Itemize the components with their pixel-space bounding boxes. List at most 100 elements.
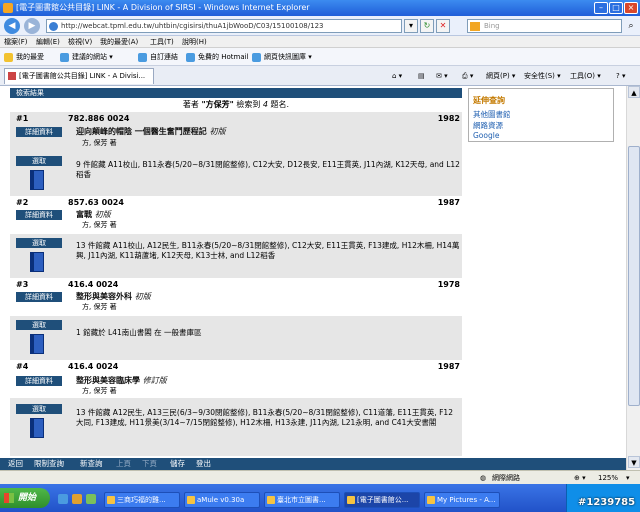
call-number: 416.4 0024 bbox=[68, 362, 119, 371]
detail-button[interactable]: 詳細資料 bbox=[16, 292, 62, 302]
maximize-button[interactable]: □ bbox=[609, 2, 623, 14]
book-icon bbox=[30, 170, 44, 190]
address-bar: ◀ ▶ http://webcat.tpml.edu.tw/uhtbin/cgi… bbox=[0, 16, 640, 36]
edition: 修訂版 bbox=[142, 376, 167, 385]
nav-save[interactable]: 儲存 bbox=[170, 459, 185, 469]
record-band bbox=[10, 316, 462, 360]
record-title[interactable]: 迎向顛峰的帽陰 一個醫生奮鬥歷程記 初版 bbox=[76, 126, 226, 137]
dropdown-icon[interactable]: ▾ bbox=[404, 19, 418, 33]
search-input[interactable]: Bing bbox=[467, 19, 622, 33]
forward-button[interactable]: ▶ bbox=[24, 18, 40, 34]
menu-view[interactable]: 檢視(V) bbox=[68, 37, 92, 47]
ie-icon bbox=[186, 53, 195, 62]
record-author: 方, 保芳 著 bbox=[82, 221, 117, 229]
tab-catalog[interactable]: [電子圖書館公共目錄] LINK - A Divisi... bbox=[4, 68, 154, 84]
task-button-active[interactable]: [電子圖書館公... bbox=[344, 492, 420, 508]
record-title[interactable]: 富戰 初版 bbox=[76, 209, 111, 220]
vertical-scrollbar[interactable]: ▲ ▼ bbox=[626, 86, 640, 470]
menu-help[interactable]: 說明(H) bbox=[182, 37, 207, 47]
fav-custom-links[interactable]: 自訂連結 bbox=[138, 50, 178, 64]
close-window-button[interactable]: × bbox=[624, 2, 638, 14]
home-icon[interactable]: ⌂ ▾ bbox=[392, 70, 402, 82]
task-button[interactable]: 臺北市立圖書... bbox=[264, 492, 340, 508]
fav-web-slice-gallery[interactable]: 網頁快訊圖庫 ▾ bbox=[252, 50, 312, 64]
status-bar: ◍ 網際網路 ⊕ ▾ 125% ▾ bbox=[0, 470, 640, 484]
detail-button[interactable]: 詳細資料 bbox=[16, 376, 62, 386]
menu-edit[interactable]: 編輯(E) bbox=[36, 37, 60, 47]
menu-favorites[interactable]: 我的最愛(A) bbox=[100, 37, 138, 47]
summary-text: 著者 bbox=[182, 100, 202, 109]
stop-icon[interactable]: ✕ bbox=[436, 19, 450, 33]
task-button[interactable]: 三商巧福的雞... bbox=[104, 492, 180, 508]
nav-new-search[interactable]: 新查詢 bbox=[80, 459, 103, 469]
quicklaunch-media-icon[interactable] bbox=[86, 494, 96, 504]
watermark-text: #1239785 bbox=[578, 497, 636, 508]
scroll-up-icon[interactable]: ▲ bbox=[628, 86, 640, 98]
summary-text: 檢索到 bbox=[233, 100, 263, 109]
url-input[interactable]: http://webcat.tpml.edu.tw/uhtbin/cgisirs… bbox=[46, 19, 402, 33]
detail-button[interactable]: 詳細資料 bbox=[16, 127, 62, 137]
result-record: #2 857.63 0024 1987 詳細資料 富戰 初版 方, 保芳 著 選… bbox=[10, 196, 462, 278]
holdings: 1 館藏於 L41南山書閣 在 一般書庫區 bbox=[76, 328, 202, 337]
help-icon[interactable]: ? ▾ bbox=[616, 70, 625, 82]
mail-icon[interactable]: ✉ ▾ bbox=[436, 70, 448, 82]
edition: 初版 bbox=[134, 292, 151, 301]
menu-tools[interactable]: 工具(T) bbox=[150, 37, 174, 47]
detail-button[interactable]: 詳細資料 bbox=[16, 210, 62, 220]
holdings: 9 件館藏 A11校山, B11永春(5/20~8/31閉館整修), C12大安… bbox=[76, 160, 460, 179]
fav-label: 網頁快訊圖庫 ▾ bbox=[264, 53, 312, 61]
zoom-level[interactable]: 125% bbox=[598, 473, 618, 483]
ie-icon bbox=[252, 53, 261, 62]
ie-icon bbox=[138, 53, 147, 62]
select-button[interactable]: 選取 bbox=[16, 320, 62, 330]
print-icon[interactable]: ⎙ ▾ bbox=[462, 70, 473, 82]
feeds-icon[interactable]: ▤ bbox=[418, 70, 425, 82]
fav-suggested-sites[interactable]: 建議的網站 ▾ bbox=[60, 50, 113, 64]
search-placeholder: Bing bbox=[484, 22, 500, 30]
quicklaunch-ie-icon[interactable] bbox=[58, 494, 68, 504]
star-icon bbox=[4, 53, 13, 62]
record-number: #2 bbox=[16, 198, 29, 207]
select-button[interactable]: 選取 bbox=[16, 156, 62, 166]
task-label: 臺北市立圖書... bbox=[277, 496, 326, 504]
menu-file[interactable]: 檔案(F) bbox=[4, 37, 28, 47]
record-title[interactable]: 整形與美容臨床學 修訂版 bbox=[76, 375, 167, 386]
scroll-thumb[interactable] bbox=[628, 146, 640, 406]
result-record: #4 416.4 0024 1987 詳細資料 整形與美容臨床學 修訂版 方, … bbox=[10, 360, 462, 456]
link-web-resources[interactable]: 網路資源 bbox=[473, 120, 503, 131]
record-title[interactable]: 整形與美容外科 初版 bbox=[76, 291, 151, 302]
extended-search-panel: 延伸查詢 其他圖書館 網路資源 Google bbox=[468, 88, 614, 142]
pub-year: 1982 bbox=[437, 114, 460, 123]
select-button[interactable]: 選取 bbox=[16, 238, 62, 248]
link-other-libraries[interactable]: 其他圖書館 bbox=[473, 109, 511, 120]
window-icon bbox=[187, 496, 195, 504]
window-title: [電子圖書館公共目錄] LINK - A Division of SIRSI -… bbox=[16, 3, 310, 12]
quicklaunch-folder-icon[interactable] bbox=[72, 494, 82, 504]
cmd-safety[interactable]: 安全性(S) ▾ bbox=[524, 70, 561, 82]
nav-limit-search[interactable]: 限制查詢 bbox=[34, 459, 64, 469]
nav-back[interactable]: 返回 bbox=[8, 459, 23, 469]
edition: 初版 bbox=[209, 127, 226, 136]
task-button[interactable]: My Pictures - A... bbox=[424, 492, 500, 508]
nav-prev-page: 上頁 bbox=[116, 459, 131, 468]
window-icon bbox=[427, 496, 435, 504]
refresh-icon[interactable]: ↻ bbox=[420, 19, 434, 33]
zoom-dropdown-icon[interactable]: ▾ bbox=[626, 473, 630, 483]
minimize-button[interactable]: – bbox=[594, 2, 608, 14]
cmd-page[interactable]: 網頁(P) ▾ bbox=[486, 70, 515, 82]
nav-logout[interactable]: 登出 bbox=[196, 459, 211, 469]
fav-hotmail[interactable]: 免費的 Hotmail bbox=[186, 50, 249, 64]
start-label: 開始 bbox=[18, 493, 37, 503]
back-button[interactable]: ◀ bbox=[4, 18, 20, 34]
scroll-down-icon[interactable]: ▼ bbox=[628, 456, 640, 468]
book-icon bbox=[30, 418, 44, 438]
page-favicon bbox=[8, 72, 16, 80]
task-label: 三商巧福的雞... bbox=[117, 496, 166, 504]
favorites-button[interactable]: 我的最愛 bbox=[4, 50, 44, 64]
task-button[interactable]: aMule v0.30a bbox=[184, 492, 260, 508]
start-button[interactable]: 開始 bbox=[0, 488, 50, 508]
link-google[interactable]: Google bbox=[473, 131, 499, 140]
cmd-tools[interactable]: 工具(O) ▾ bbox=[570, 70, 601, 82]
select-button[interactable]: 選取 bbox=[16, 404, 62, 414]
search-icon[interactable]: ⌕ bbox=[624, 19, 638, 33]
